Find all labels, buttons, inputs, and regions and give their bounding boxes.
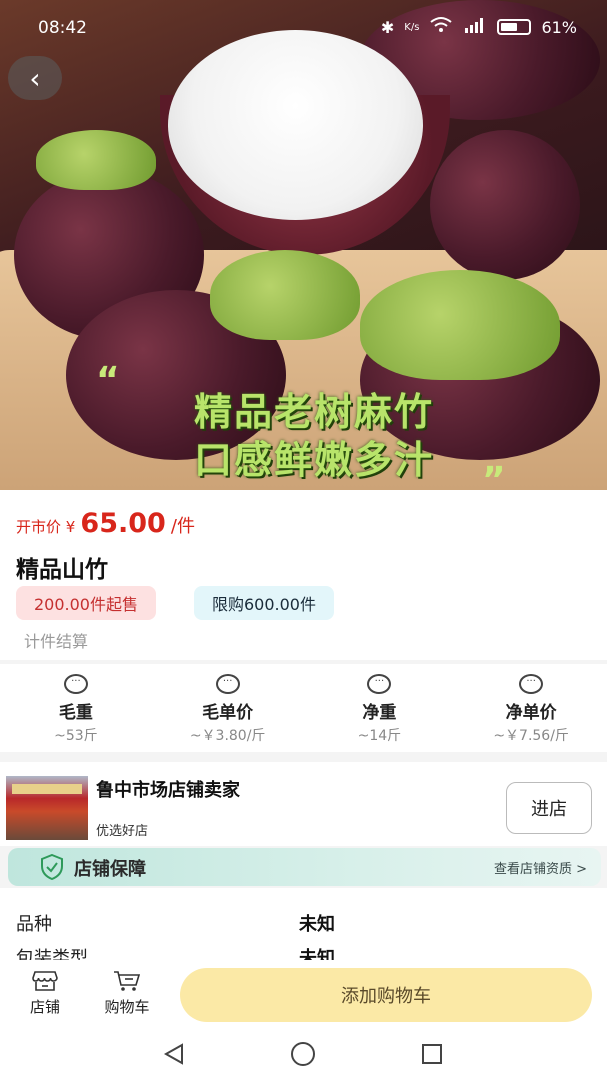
weight-item-gross[interactable]: ··· 毛重 ~53斤 [0, 664, 152, 752]
chat-bubble-icon: ··· [63, 674, 88, 694]
hero-slogan-line1: 精品老树麻竹 [193, 390, 434, 434]
wifi-icon [429, 16, 453, 38]
status-time: 08:42 [38, 18, 87, 38]
chat-bubble-icon: ··· [519, 674, 544, 694]
attribute-value: 未知 [299, 914, 335, 935]
product-title: 精品山竹 [16, 557, 108, 583]
chevron-left-icon: ‹ [29, 61, 41, 95]
network-speed: K/s [404, 21, 420, 33]
shop-subtitle: 优选好店 [96, 824, 149, 839]
settlement-method: 计件结算 [24, 632, 89, 651]
weight-value: ~14斤 [357, 728, 402, 744]
mangosteen-cap [360, 270, 560, 380]
price-value: 65.00 [80, 508, 166, 539]
bluetooth-icon: ✱ [380, 17, 395, 37]
shop-guarantee-bar[interactable]: 店铺保障 查看店铺资质 > [8, 848, 601, 886]
weight-label: 净重 [362, 703, 397, 723]
bottom-action-bar: 店铺 购物车 添加购物车 [0, 960, 607, 1030]
mangosteen-flesh [168, 30, 423, 220]
nav-home-icon[interactable] [290, 1042, 316, 1066]
enter-shop-button[interactable]: 进店 [506, 782, 592, 834]
shield-check-icon [41, 854, 63, 880]
chat-bubble-icon: ··· [215, 674, 240, 694]
back-button[interactable]: ‹ [8, 56, 62, 100]
shop-tab-label: 店铺 [29, 998, 60, 1016]
weight-label: 毛单价 [202, 703, 254, 723]
mangosteen-cap [36, 130, 156, 190]
battery-icon [497, 19, 532, 35]
attribute-key: 品种 [16, 914, 52, 935]
mangosteen-fruit [430, 130, 580, 280]
mangosteen-cap [210, 250, 360, 340]
weight-price-panel: ··· 毛重 ~53斤 ··· 毛单价 ~￥3.80/斤 ··· 净重 ~14斤… [0, 664, 607, 752]
cart-tab[interactable]: 购物车 [94, 970, 160, 1017]
chat-bubble-icon: ··· [367, 674, 392, 694]
min-order-tag: 200.00件起售 [16, 586, 156, 620]
price-prefix: 开市价 ¥ [16, 518, 76, 536]
weight-label: 毛重 [58, 703, 93, 723]
system-nav-bar [0, 1030, 607, 1080]
cart-tab-label: 购物车 [104, 998, 150, 1016]
battery-level: 61% [541, 17, 577, 37]
guarantee-title: 店铺保障 [74, 859, 146, 880]
nav-recents-icon[interactable] [420, 1042, 444, 1066]
store-icon [32, 971, 58, 991]
quote-open: “ [96, 360, 120, 401]
quote-close: ” [482, 460, 506, 490]
signal-icon [463, 16, 487, 38]
nav-back-icon[interactable] [162, 1042, 186, 1066]
shop-name: 鲁中市场店铺卖家 [96, 780, 240, 801]
shop-thumbnail [6, 776, 88, 840]
weight-item-gross-unit-price[interactable]: ··· 毛单价 ~￥3.80/斤 [152, 664, 304, 752]
status-bar: 08:42 ✱ K/s 61% [0, 0, 607, 56]
weight-value: ~￥7.56/斤 [493, 728, 569, 744]
shop-card[interactable]: 鲁中市场店铺卖家 优选好店 进店 [0, 762, 607, 846]
price-row: 开市价 ¥ 65.00 /件 [16, 508, 195, 539]
shop-tab[interactable]: 店铺 [22, 970, 68, 1017]
product-hero-image[interactable]: “ 精品老树麻竹 口感鲜嫩多汁 ” [0, 0, 607, 490]
weight-item-net-unit-price[interactable]: ··· 净单价 ~￥7.56/斤 [455, 664, 607, 752]
hero-slogan-line2: 口感鲜嫩多汁 [193, 438, 434, 482]
weight-value: ~￥3.80/斤 [189, 728, 266, 744]
view-qualification-link[interactable]: 查看店铺资质 > [494, 858, 587, 877]
weight-item-net[interactable]: ··· 净重 ~14斤 [304, 664, 456, 752]
cart-icon [114, 971, 141, 991]
hero-slogan: 精品老树麻竹 口感鲜嫩多汁 [134, 388, 494, 484]
weight-value: ~53斤 [54, 728, 98, 744]
add-to-cart-button[interactable]: 添加购物车 [180, 968, 592, 1022]
weight-label: 净单价 [505, 703, 557, 723]
purchase-limit-tag: 限购600.00件 [194, 586, 334, 620]
product-info: 开市价 ¥ 65.00 /件 精品山竹 200.00件起售 限购600.00件 … [0, 490, 607, 660]
price-unit: /件 [170, 516, 195, 537]
